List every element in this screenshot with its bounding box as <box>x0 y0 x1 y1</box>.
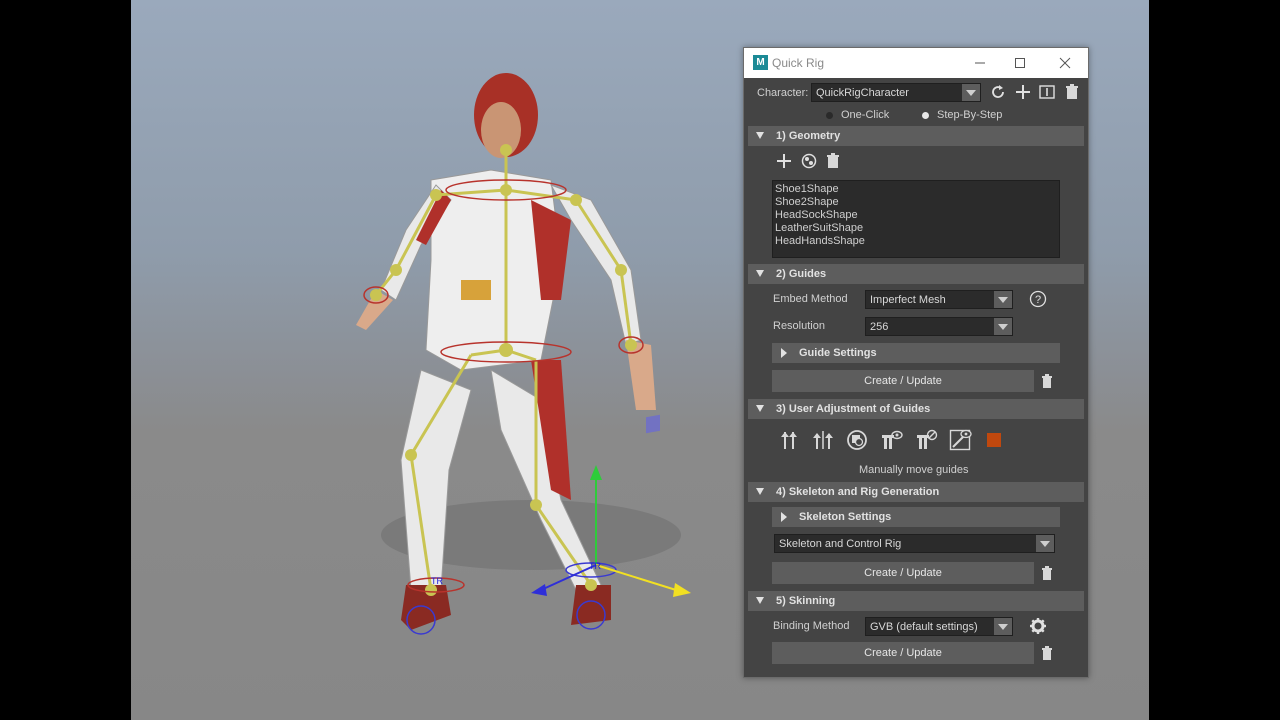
resolution-value: 256 <box>870 321 889 333</box>
radio-step-by-step[interactable]: Step-By-Step <box>922 109 1002 121</box>
embed-method-label: Embed Method <box>773 293 848 305</box>
gear-icon[interactable] <box>1029 617 1047 635</box>
collapse-triangle-icon <box>756 597 764 604</box>
chevron-down-icon <box>994 318 1012 335</box>
collapse-triangle-icon <box>756 405 764 412</box>
resolution-dropdown[interactable]: 256 <box>865 317 1013 336</box>
guide-settings-title: Guide Settings <box>799 347 877 359</box>
skeleton-settings-header[interactable]: Skeleton Settings <box>772 507 1060 527</box>
right-letterbox <box>1149 0 1280 720</box>
section-skeleton-title: 4) Skeleton and Rig Generation <box>776 486 940 498</box>
chevron-down-icon <box>994 618 1012 635</box>
window-titlebar[interactable]: M Quick Rig <box>744 48 1088 78</box>
collapse-triangle-icon <box>756 488 764 495</box>
help-icon[interactable]: ? <box>1029 290 1047 308</box>
quick-rig-window: M Quick Rig Character: QuickRigCharacter… <box>743 47 1089 678</box>
list-item[interactable]: Shoe2Shape <box>775 196 1059 209</box>
select-geometry-icon[interactable] <box>800 152 818 170</box>
delete-skinning-icon[interactable] <box>1038 644 1056 662</box>
section-guides-title: 2) Guides <box>776 268 827 280</box>
character-dropdown[interactable]: QuickRigCharacter <box>811 83 981 102</box>
delete-guides-icon[interactable] <box>1038 372 1056 390</box>
rename-icon[interactable] <box>1038 83 1056 101</box>
binding-method-label: Binding Method <box>773 620 850 632</box>
section-geometry-title: 1) Geometry <box>776 130 841 142</box>
guide-visibility-icon[interactable] <box>949 429 973 451</box>
collapse-triangle-icon <box>756 132 764 139</box>
binding-method-value: GVB (default settings) <box>870 621 978 633</box>
binding-method-dropdown[interactable]: GVB (default settings) <box>865 617 1013 636</box>
skeleton-create-update-button[interactable]: Create / Update <box>772 562 1034 584</box>
guide-color-swatch[interactable] <box>987 433 1001 447</box>
delete-skeleton-icon[interactable] <box>1038 564 1056 582</box>
expand-triangle-icon <box>781 512 787 522</box>
radio-label-step-by-step: Step-By-Step <box>937 109 1003 121</box>
maya-logo-icon: M <box>753 55 768 70</box>
expand-triangle-icon <box>781 348 787 358</box>
guide-settings-header[interactable]: Guide Settings <box>772 343 1060 363</box>
chevron-down-icon <box>962 84 980 101</box>
section-skinning-title: 5) Skinning <box>776 595 836 607</box>
list-item[interactable]: Shoe1Shape <box>775 183 1059 196</box>
refresh-icon[interactable] <box>989 83 1007 101</box>
maximize-icon[interactable] <box>1011 54 1029 72</box>
character-label: Character: <box>757 87 809 99</box>
embed-method-dropdown[interactable]: Imperfect Mesh <box>865 290 1013 309</box>
chest-logo <box>461 280 491 300</box>
clear-geometry-icon[interactable] <box>824 152 842 170</box>
mirror-guides-icon[interactable] <box>812 429 834 451</box>
section-skeleton[interactable]: 4) Skeleton and Rig Generation <box>748 482 1084 502</box>
close-icon[interactable] <box>1056 54 1074 72</box>
list-item[interactable]: LeatherSuitShape <box>775 222 1059 235</box>
skeleton-settings-title: Skeleton Settings <box>799 511 892 523</box>
radio-dot-selected <box>922 111 929 119</box>
section-guides[interactable]: 2) Guides <box>748 264 1084 284</box>
section-skinning[interactable]: 5) Skinning <box>748 591 1084 611</box>
embed-method-value: Imperfect Mesh <box>870 294 946 306</box>
resolution-label: Resolution <box>773 320 825 332</box>
skeleton-option-dropdown[interactable]: Skeleton and Control Rig <box>774 534 1055 553</box>
section-adjust-title: 3) User Adjustment of Guides <box>776 403 931 415</box>
align-guides-icon[interactable] <box>778 429 800 451</box>
character-value: QuickRigCharacter <box>816 87 909 99</box>
window-title: Quick Rig <box>772 56 825 70</box>
list-item[interactable]: HeadHandsShape <box>775 235 1059 248</box>
select-guides-icon[interactable] <box>846 429 868 451</box>
section-geometry[interactable]: 1) Geometry <box>748 126 1084 146</box>
section-user-adjustment[interactable]: 3) User Adjustment of Guides <box>748 399 1084 419</box>
geometry-list[interactable]: Shoe1Shape Shoe2Shape HeadSockShape Leat… <box>772 180 1060 258</box>
foot-marker-left: TR <box>431 576 443 586</box>
radio-one-click[interactable]: One-Click <box>826 109 889 121</box>
delete-character-icon[interactable] <box>1063 83 1081 101</box>
add-character-icon[interactable] <box>1014 83 1032 101</box>
chevron-down-icon <box>1036 535 1054 552</box>
guides-create-update-button[interactable]: Create / Update <box>772 370 1034 392</box>
chevron-down-icon <box>994 291 1012 308</box>
svg-text:?: ? <box>1035 294 1041 306</box>
show-guides-icon[interactable] <box>879 429 903 451</box>
hide-guides-icon[interactable] <box>914 429 938 451</box>
minimize-icon[interactable] <box>971 54 989 72</box>
radio-dot <box>826 111 833 119</box>
skeleton-option-value: Skeleton and Control Rig <box>779 538 902 550</box>
add-geometry-icon[interactable] <box>775 152 793 170</box>
left-letterbox <box>0 0 131 720</box>
list-item[interactable]: HeadSockShape <box>775 209 1059 222</box>
manually-move-caption: Manually move guides <box>859 464 969 476</box>
radio-label-one-click: One-Click <box>841 109 890 121</box>
collapse-triangle-icon <box>756 270 764 277</box>
skinning-create-update-button[interactable]: Create / Update <box>772 642 1034 664</box>
foot-marker-right: TR <box>589 561 601 571</box>
